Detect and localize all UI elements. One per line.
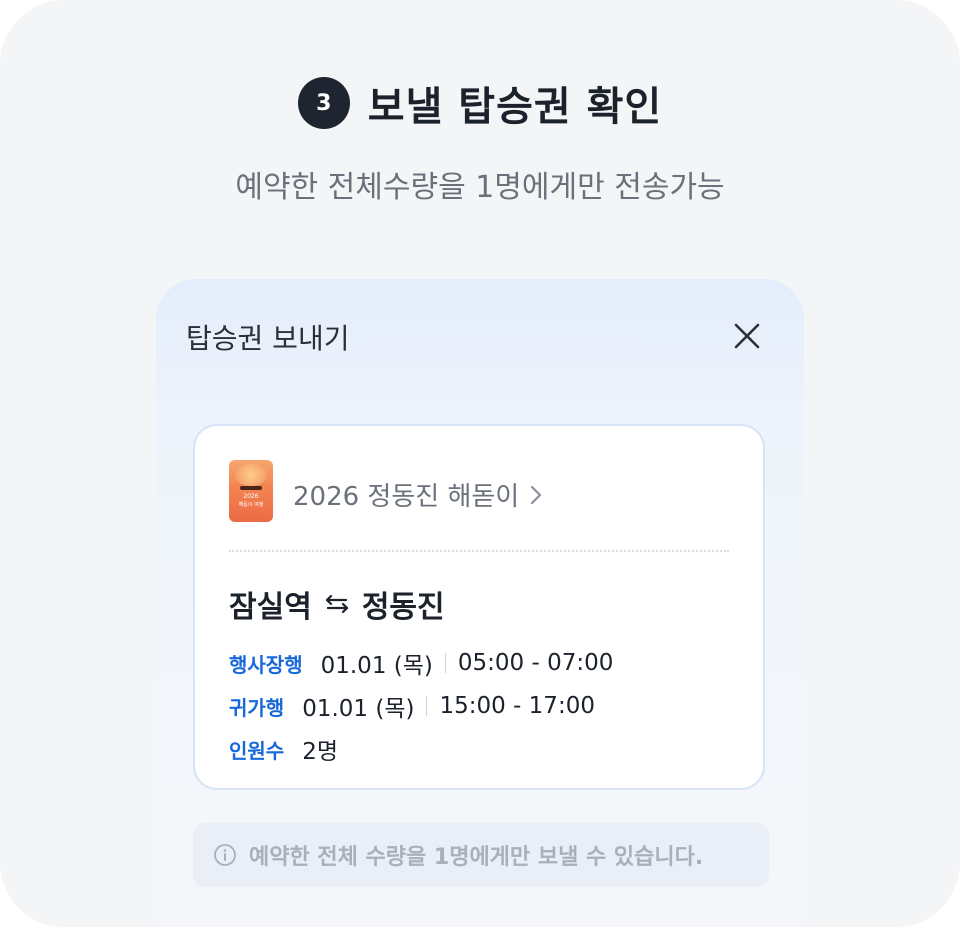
row-separator (426, 696, 428, 716)
sheet-title: 탑승권 보내기 (186, 322, 350, 355)
info-icon (214, 844, 236, 866)
route-to: 정동진 (361, 590, 445, 625)
step-header: 3 보낼 탑승권 확인 (0, 74, 960, 132)
poster-year: 2026 (243, 493, 259, 500)
event-link[interactable]: 2026 정동진 해돋이 (293, 476, 543, 513)
swap-arrows-icon (325, 594, 348, 614)
chevron-right-icon (531, 485, 542, 504)
return-label: 귀가행 (229, 695, 285, 720)
event-poster-thumbnail: 2026 해돋이 여행 (229, 460, 273, 522)
outbound-date: 01.01 (목) (320, 653, 433, 679)
step-subtitle: 예약한 전체수량을 1명에게만 전송가능 (235, 170, 725, 205)
return-date: 01.01 (목) (302, 696, 415, 722)
row-separator (444, 653, 446, 673)
event-name: 2026 정동진 해돋이 (293, 482, 520, 512)
outbound-row: 행사장행 01.01 (목) 05:00 - 07:00 (229, 646, 613, 680)
notice-box: 예약한 전체 수량을 1명에게만 보낼 수 있습니다. (193, 823, 769, 887)
headcount-label: 인원수 (229, 738, 285, 763)
screen: 3 보낼 탑승권 확인 예약한 전체수량을 1명에게만 전송가능 탑승권 보내기… (0, 0, 960, 927)
ticket-card: 2026 해돋이 여행 2026 정동진 해돋이 잠실역 정동진 행사장행 01… (193, 424, 765, 790)
step-title: 보낼 탑승권 확인 (367, 84, 663, 130)
route-from: 잠실역 (229, 590, 312, 625)
notice-text: 예약한 전체 수량을 1명에게만 보낼 수 있습니다. (249, 845, 704, 870)
headcount-row: 인원수 2명 (229, 732, 338, 766)
step-number-badge: 3 (297, 77, 350, 129)
dotted-divider (229, 550, 729, 552)
poster-line: 해돋이 여행 (238, 502, 264, 508)
close-icon[interactable] (732, 321, 762, 351)
outbound-label: 행사장행 (229, 652, 303, 677)
return-time: 15:00 - 17:00 (439, 693, 595, 719)
headcount-value: 2명 (302, 739, 338, 765)
route: 잠실역 정동진 (229, 582, 445, 626)
outbound-time: 05:00 - 07:00 (457, 650, 614, 676)
send-ticket-sheet: 탑승권 보내기 2026 해돋이 여행 2026 정동진 해돋이 잠실역 정동진… (156, 279, 804, 927)
return-row: 귀가행 01.01 (목) 15:00 - 17:00 (229, 689, 595, 723)
